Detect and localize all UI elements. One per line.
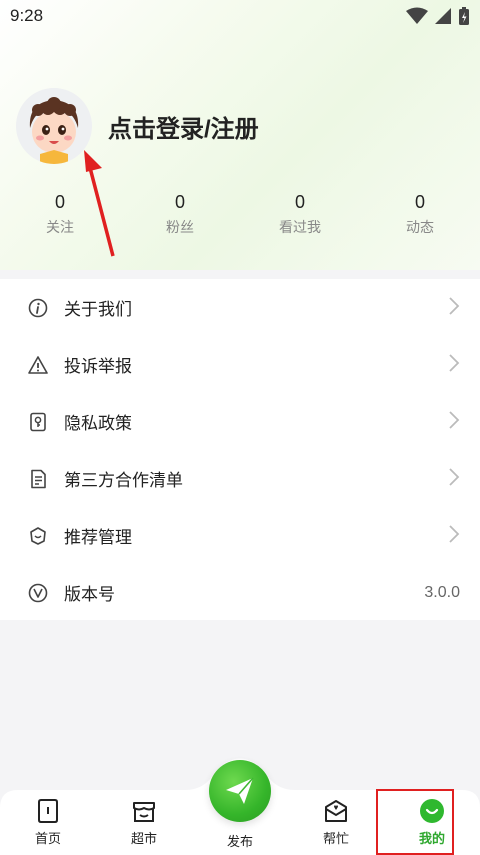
signal-icon	[435, 8, 451, 24]
status-bar: 9:28	[0, 0, 480, 32]
version-icon	[28, 583, 48, 603]
chevron-right-icon	[448, 296, 460, 320]
settings-menu: 关于我们 投诉举报 隐私政策 第三方合作清单 推荐管理 版本号 3.0.0	[0, 279, 480, 620]
menu-item-about[interactable]: 关于我们	[0, 279, 480, 336]
publish-button[interactable]	[209, 760, 271, 822]
stat-value: 0	[54, 192, 65, 212]
tab-store[interactable]: 超市	[96, 790, 192, 855]
stat-visitors[interactable]: 0 看过我	[240, 192, 360, 237]
profile-header[interactable]: 点击登录/注册	[16, 88, 259, 164]
stat-value: 0	[294, 192, 305, 212]
stat-label: 关注	[46, 220, 74, 236]
menu-label: 推荐管理	[64, 528, 132, 548]
chevron-right-icon	[448, 353, 460, 377]
status-icons	[406, 6, 470, 26]
store-icon	[133, 802, 155, 822]
tab-home[interactable]: 首页	[0, 790, 96, 855]
stat-label: 动态	[406, 220, 434, 236]
stat-label: 看过我	[279, 220, 321, 236]
menu-item-privacy[interactable]: 隐私政策	[0, 393, 480, 450]
tab-label: 超市	[130, 832, 157, 847]
menu-item-recommend-settings[interactable]: 推荐管理	[0, 507, 480, 564]
chevron-right-icon	[448, 524, 460, 548]
publish-label: 发布	[226, 835, 253, 850]
help-mail-icon	[325, 800, 347, 822]
home-icon	[38, 799, 58, 823]
info-icon	[28, 298, 48, 318]
stat-fans[interactable]: 0 粉丝	[120, 192, 240, 237]
stat-posts[interactable]: 0 动态	[360, 192, 480, 237]
menu-label: 第三方合作清单	[64, 471, 183, 491]
send-icon	[226, 777, 254, 804]
status-time: 9:28	[10, 6, 44, 25]
battery-icon	[459, 7, 469, 25]
document-list-icon	[28, 469, 48, 489]
tab-label: 帮忙	[322, 832, 349, 847]
recommend-icon	[28, 526, 48, 546]
chevron-right-icon	[448, 410, 460, 434]
annotation-highlight-box	[376, 789, 454, 855]
stat-label: 粉丝	[166, 220, 194, 236]
stats-row: 0 关注 0 粉丝 0 看过我 0 动态	[0, 192, 480, 237]
stat-value: 0	[414, 192, 425, 212]
tab-help[interactable]: 帮忙	[288, 790, 384, 855]
stat-value: 0	[174, 192, 185, 212]
warning-icon	[28, 355, 48, 375]
menu-item-third-party-list[interactable]: 第三方合作清单	[0, 450, 480, 507]
menu-item-version: 版本号 3.0.0	[0, 564, 480, 621]
wifi-icon	[406, 7, 428, 24]
menu-label: 隐私政策	[64, 414, 132, 434]
login-register-link[interactable]: 点击登录/注册	[108, 109, 259, 144]
menu-label: 投诉举报	[64, 357, 132, 377]
menu-label: 关于我们	[64, 300, 132, 320]
tab-label: 首页	[34, 832, 61, 847]
chevron-right-icon	[448, 467, 460, 491]
menu-label: 版本号	[64, 585, 115, 605]
privacy-lock-icon	[28, 412, 48, 432]
stat-following[interactable]: 0 关注	[0, 192, 120, 237]
version-value: 3.0.0	[424, 583, 460, 601]
menu-item-report[interactable]: 投诉举报	[0, 336, 480, 393]
